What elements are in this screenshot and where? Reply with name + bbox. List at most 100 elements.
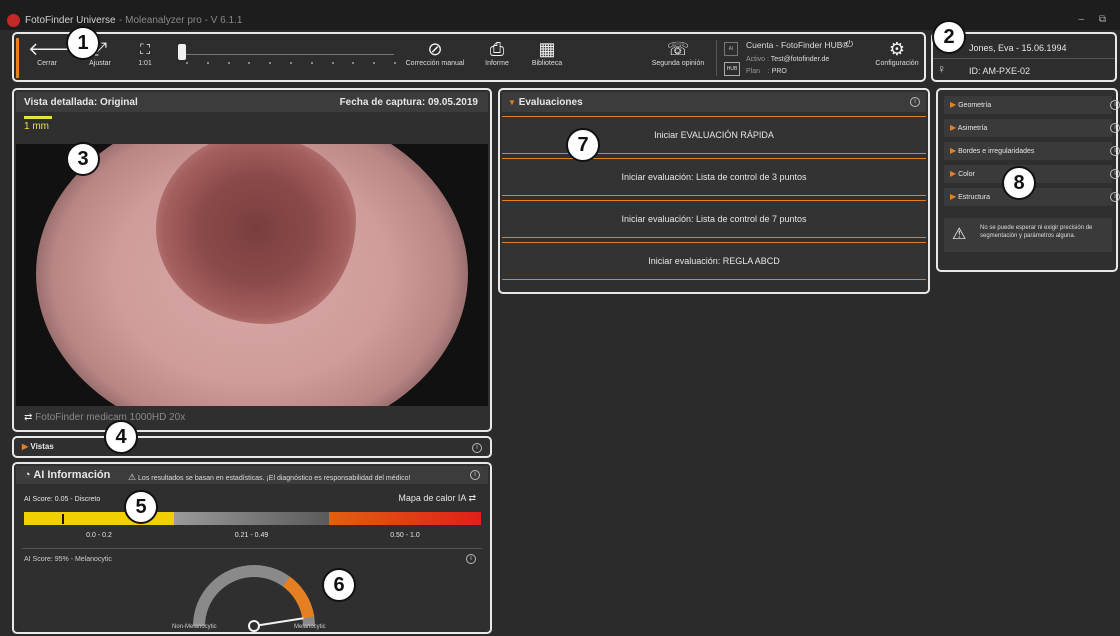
second-opinion-icon: ☏ [666, 39, 690, 59]
views-label: Vistas [30, 442, 54, 451]
range-mid: 0.21 - 0.49 [234, 532, 269, 539]
window-controls[interactable]: – ⧉ [1079, 14, 1112, 25]
device-name: FotoFinder medicam 1000HD 20x [35, 412, 186, 423]
report-label: Informe [485, 60, 509, 67]
scale-bar: 1 mm [24, 116, 58, 132]
callout-5: 5 [124, 490, 158, 524]
printer-icon: ⎙ [489, 39, 505, 59]
report-button[interactable]: ⎙ Informe [480, 38, 514, 78]
app-logo-icon [7, 14, 20, 27]
range-high: 0.50 - 1.0 [390, 532, 420, 539]
capture-date: Fecha de captura: 09.05.2019 [339, 97, 478, 108]
dermoscope-field [36, 144, 468, 406]
evaluations-header[interactable]: ▼ Evaluaciones i [502, 92, 926, 112]
info-icon[interactable]: i [1110, 146, 1120, 156]
gears-icon: ⚙ [888, 39, 906, 59]
callout-4: 4 [104, 420, 138, 454]
info-icon[interactable]: i [1110, 123, 1120, 133]
info-icon[interactable]: i [470, 470, 480, 480]
expand-triangle-icon: ▶ [950, 146, 957, 155]
expand-triangle-icon: ▶ [950, 192, 957, 201]
warning-icon: ⚠ [128, 472, 137, 482]
heatmap-toggle[interactable]: Mapa de calor IA ⇄ [398, 493, 476, 504]
callout-3: 3 [66, 142, 100, 176]
scale-bar-line [24, 116, 52, 119]
callout-2: 2 [932, 20, 966, 54]
expand-triangle-icon: ▶ [950, 169, 957, 178]
dermoscopy-image[interactable] [16, 144, 488, 406]
evaluations-title: ▼ Evaluaciones [508, 97, 583, 108]
segmentation-warning-text: No se puede esperar ni exigir precisión … [980, 225, 1093, 239]
accordion-asymmetry[interactable]: ▶ Asimetría [944, 119, 1112, 137]
callout-8: 8 [1002, 166, 1036, 200]
main-toolbar: 🡐 Cerrar ⤢ Ajustar ⛶ 1:01 ⊘ Corrección m… [12, 32, 926, 82]
second-opinion-button[interactable]: ☏ Segunda opinión [648, 38, 708, 78]
viewer-title: Vista detallada: Original [24, 97, 138, 108]
zoom-slider-handle[interactable] [178, 44, 186, 60]
fit-label: Ajustar [89, 60, 111, 67]
info-icon[interactable]: i [910, 97, 920, 107]
eval-7-point-button[interactable]: Iniciar evaluación: Lista de control de … [502, 200, 926, 238]
info-icon[interactable]: i [1110, 100, 1120, 110]
evaluations-panel: ▼ Evaluaciones i Iniciar EVALUACIÓN RÁPI… [498, 88, 930, 294]
library-button[interactable]: ▦ Biblioteca [526, 38, 568, 78]
toolbar-accent [16, 38, 19, 78]
ai-icon: ◔ [24, 469, 31, 481]
ai-title: ◔ AI Información [24, 469, 111, 481]
views-panel[interactable]: ▶ Vistas i [12, 436, 492, 458]
expand-triangle-icon: ▶ [950, 123, 957, 132]
views-header[interactable]: ▶ Vistas [22, 442, 54, 451]
close-label: Cerrar [37, 60, 57, 67]
gauge-left-label: Non-Melanocytic [172, 624, 217, 630]
close-button[interactable]: 🡐 Cerrar [28, 38, 76, 78]
segmentation-warning: ⚠ No se puede esperar ni exigir precisió… [944, 218, 1112, 252]
power-icon[interactable]: ⏻ [846, 39, 853, 50]
eval-3-point-button[interactable]: Iniciar evaluación: Lista de control de … [502, 158, 926, 196]
hub-badge: HUB [724, 62, 740, 76]
account-email: Test@fotofinder.de [770, 56, 830, 63]
ai-header: ◔ AI Información ⚠ Los resultados se bas… [16, 466, 488, 484]
expand-triangle-icon: ▶ [950, 100, 957, 109]
zoom-slider-track[interactable] [184, 54, 394, 55]
callout-1: 1 [66, 26, 100, 60]
swap-icon: ⇄ [468, 493, 476, 503]
accordion-geometry[interactable]: ▶ Geometría [944, 96, 1112, 114]
patient-id: ID: AM-PXE-02 [969, 66, 1031, 76]
collapse-triangle-icon: ▼ [508, 98, 516, 107]
settings-button[interactable]: ⚙ Configuración [872, 38, 922, 78]
scale-label: 1 mm [24, 121, 49, 132]
account-panel[interactable]: AI HUB Cuenta - FotoFinder HUB® ⏻ Activo… [724, 38, 874, 80]
score-bar-mid [174, 512, 329, 525]
rotate-icon[interactable]: ⇄ [24, 412, 32, 423]
callout-6: 6 [322, 568, 356, 602]
info-icon[interactable]: i [1110, 192, 1120, 202]
viewer-header: Vista detallada: Original Fecha de captu… [16, 92, 488, 112]
info-icon[interactable]: i [472, 443, 482, 453]
app-title: FotoFinder Universe [25, 15, 116, 26]
patient-name: Jones, Eva - 15.06.1994 [969, 43, 1067, 53]
account-plan: PRO [771, 68, 787, 75]
info-icon[interactable]: i [466, 554, 476, 564]
gauge-hub [248, 620, 260, 632]
patient-gender-icon: ♀ [937, 62, 946, 76]
score-bar-high [329, 512, 481, 525]
app-subtitle: - Moleanalyzer pro - V 6.1.1 [119, 15, 243, 26]
ai-warning: ⚠ Los resultados se basan en estadística… [128, 472, 411, 482]
library-icon: ▦ [538, 39, 556, 59]
account-title: Cuenta - FotoFinder HUB® [746, 40, 849, 50]
manual-correction-button[interactable]: ⊘ Corrección manual [402, 38, 468, 78]
ai-divider [22, 548, 482, 549]
eval-abcd-button[interactable]: Iniciar evaluación: REGLA ABCD [502, 242, 926, 280]
info-icon[interactable]: i [1110, 169, 1120, 179]
one-to-one-button[interactable]: ⛶ 1:01 [130, 38, 160, 78]
account-plan-row: Plan : PRO [746, 68, 787, 75]
warning-icon: ⚠ [952, 226, 967, 243]
toolbar-divider [716, 40, 717, 76]
lesion [156, 144, 356, 324]
callout-7: 7 [566, 128, 600, 162]
expand-icon: ⛶ [140, 41, 150, 57]
score-marker [61, 514, 64, 524]
accordion-borders[interactable]: ▶ Bordes e irregularidades [944, 142, 1112, 160]
second-opinion-label: Segunda opinión [651, 60, 705, 67]
melanocytic-score-label: AI Score: 95% - Melanocytic [24, 556, 112, 563]
